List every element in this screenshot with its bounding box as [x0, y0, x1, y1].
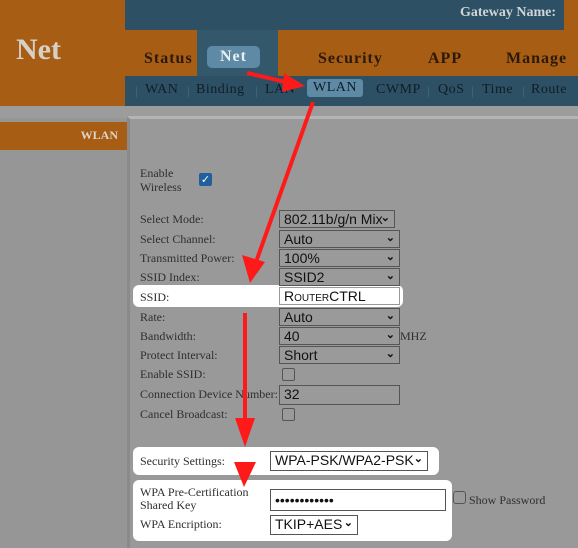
select-value: TKIP+AES [275, 516, 343, 532]
divider: | [135, 83, 138, 98]
subtab-qos[interactable]: QoS [438, 82, 464, 98]
enable-wireless-checkbox[interactable]: ✓ [199, 173, 212, 186]
tab-manage[interactable]: Manage [506, 50, 567, 68]
label-line: Wireless [140, 180, 182, 194]
gateway-name-label: Gateway Name: [459, 5, 556, 20]
brand-panel: Net [0, 0, 125, 106]
brand-title: Net [16, 33, 61, 66]
rate-label: Rate: [140, 310, 166, 324]
divider: | [471, 83, 474, 98]
select-mode-label: Select Mode: [140, 212, 204, 226]
chevron-down-icon: ⌄ [385, 270, 395, 282]
ssid-input[interactable]: RouterCTRL [279, 287, 400, 305]
security-settings-dropdown[interactable]: WPA-PSK/WPA2-PSK ⌄ [270, 451, 428, 471]
divider: | [187, 83, 190, 98]
connection-device-number-input[interactable]: 32 [279, 385, 400, 405]
select-mode-dropdown[interactable]: 802.11b/g/n Mix ⌄ [279, 210, 395, 228]
chevron-down-icon: ⌄ [413, 453, 423, 465]
sidebar-item-wlan[interactable]: WLAN [0, 122, 130, 150]
ssid-index-dropdown[interactable]: SSID2 ⌄ [279, 268, 400, 286]
select-value: SSID2 [284, 269, 325, 285]
rate-dropdown[interactable]: Auto ⌄ [279, 308, 400, 326]
divider: | [255, 83, 258, 98]
tab-app[interactable]: APP [428, 50, 462, 68]
ssid-label: SSID: [140, 290, 170, 304]
bandwidth-dropdown[interactable]: 40 ⌄ [279, 327, 400, 345]
select-value: 40 [284, 328, 300, 344]
chevron-down-icon: ⌄ [385, 232, 395, 244]
bandwidth-unit: MHZ [400, 329, 427, 343]
main-nav: Status Net Security APP Manage [125, 30, 578, 76]
bandwidth-label: Bandwidth: [140, 329, 196, 343]
subtab-time[interactable]: Time [482, 82, 513, 98]
divider: | [522, 83, 525, 98]
subtab-cwmp[interactable]: CWMP [376, 82, 421, 98]
sidebar-item-label: WLAN [80, 128, 118, 142]
ssid-index-label: SSID Index: [140, 270, 200, 284]
enable-wireless-label: Enable Wireless [140, 166, 182, 194]
chevron-down-icon: ⌄ [385, 251, 395, 263]
chevron-down-icon: ⌄ [380, 212, 390, 224]
subtab-binding[interactable]: Binding [196, 82, 245, 98]
connection-device-number-label: Connection Device Number: [140, 387, 278, 401]
subtab-route[interactable]: Route [531, 82, 567, 98]
select-channel-dropdown[interactable]: Auto ⌄ [279, 230, 400, 248]
tab-security[interactable]: Security [318, 50, 383, 68]
protect-interval-dropdown[interactable]: Short ⌄ [279, 346, 400, 364]
cancel-broadcast-checkbox[interactable] [282, 408, 295, 421]
security-settings-label: Security Settings: [140, 454, 225, 468]
transmitted-power-label: Transmitted Power: [140, 251, 235, 265]
enable-ssid-label: Enable SSID: [140, 367, 206, 381]
select-value: 802.11b/g/n Mix [284, 211, 383, 227]
sub-nav: | WAN | Binding | LAN WLAN CWMP | QoS | … [125, 76, 578, 106]
enable-ssid-checkbox[interactable] [282, 368, 295, 381]
wpa-key-input[interactable]: •••••••••••• [270, 489, 446, 511]
subtab-wan[interactable]: WAN [145, 82, 178, 98]
chevron-down-icon: ⌄ [343, 517, 353, 529]
select-value: Short [284, 347, 318, 363]
tab-net[interactable]: Net [207, 46, 260, 68]
top-bar: Gateway Name: [125, 0, 578, 30]
tab-status[interactable]: Status [144, 50, 193, 68]
cancel-broadcast-label: Cancel Broadcast: [140, 407, 228, 421]
select-value: WPA-PSK/WPA2-PSK [275, 452, 414, 468]
select-value: Auto [284, 231, 313, 247]
wpa-encryption-label: WPA Encription: [140, 517, 222, 531]
divider: | [427, 83, 430, 98]
chevron-down-icon: ⌄ [385, 329, 395, 341]
label-line: Enable [140, 166, 174, 180]
select-value: Auto [284, 309, 313, 325]
transmitted-power-dropdown[interactable]: 100% ⌄ [279, 249, 400, 267]
wpa-key-label: WPA Pre-Certification Shared Key [140, 486, 249, 512]
protect-interval-label: Protect Interval: [140, 348, 218, 362]
wpa-encryption-dropdown[interactable]: TKIP+AES ⌄ [270, 515, 358, 535]
subtab-lan[interactable]: LAN [265, 82, 295, 98]
show-password-checkbox[interactable] [453, 491, 466, 504]
chevron-down-icon: ⌄ [385, 310, 395, 322]
gateway-name-value [564, 0, 578, 30]
subtab-wlan[interactable]: WLAN [307, 79, 363, 97]
select-channel-label: Select Channel: [140, 232, 216, 246]
show-password-label: Show Password [469, 493, 546, 507]
label-line: Shared Key [140, 498, 197, 512]
select-value: 100% [284, 250, 320, 266]
chevron-down-icon: ⌄ [385, 348, 395, 360]
